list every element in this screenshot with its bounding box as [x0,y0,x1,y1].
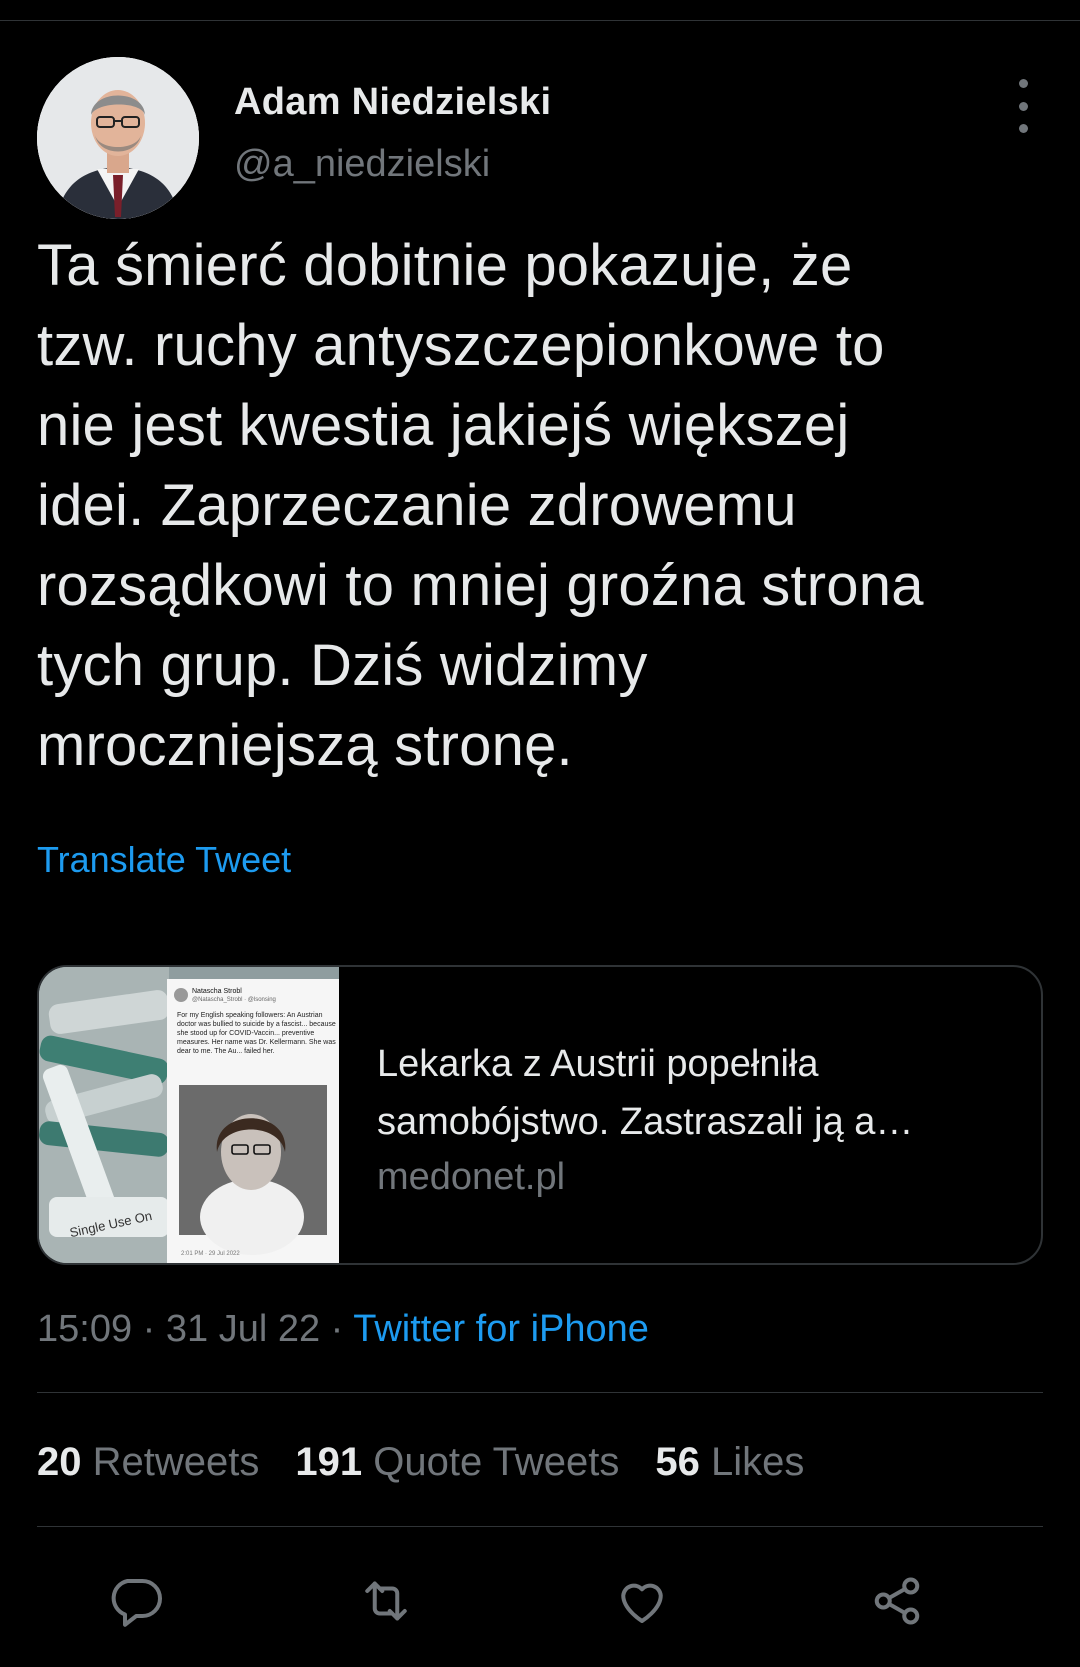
like-button[interactable] [607,1566,677,1636]
more-dot-icon [1018,101,1028,111]
thumb-timestamp: 2:01 PM · 29 Jul 2022 [181,1251,240,1257]
reply-icon [111,1579,162,1627]
share-button[interactable] [862,1566,932,1636]
link-card-title: Lekarka z Austrii popełniła samobójstwo.… [377,1043,914,1143]
likes-label: Likes [710,1440,805,1484]
more-options-button[interactable] [1003,79,1043,133]
retweets-stat[interactable]: 20 Retweets [37,1437,259,1487]
engagement-stats: 20 Retweets 191 Quote Tweets 56 Likes [37,1437,804,1487]
like-icon [621,1583,663,1623]
author-names: Adam Niedzielski @a_niedzielski [234,79,551,187]
retweet-button[interactable] [351,1566,421,1636]
tweet-header: Adam Niedzielski @a_niedzielski [37,57,1043,219]
link-card-thumbnail: Single Use On Natascha Strobl @Natascha_… [39,967,339,1263]
reply-button[interactable] [100,1566,170,1636]
thumb-body-text: For my English speaking followers: An Au… [177,1012,336,1055]
likes-count: 56 [655,1440,700,1484]
link-card-domain: medonet.pl [377,1156,566,1198]
retweets-count: 20 [37,1440,82,1484]
tweet-date[interactable]: 31 Jul 22 [166,1308,320,1350]
retweet-icon [365,1581,407,1621]
profile-photo-icon [37,57,199,219]
meta-separator: · [142,1308,156,1350]
translate-tweet-link[interactable]: Translate Tweet [37,838,291,882]
quote-tweets-stat[interactable]: 191 Quote Tweets [295,1437,619,1487]
handle[interactable]: @a_niedzielski [234,141,551,187]
more-dot-icon [1018,79,1028,88]
tweet-meta: 15:09 · 31 Jul 22 · Twitter for iPhone [37,1305,649,1353]
avatar[interactable] [37,57,199,219]
quote-tweets-count: 191 [295,1440,363,1484]
retweets-label: Retweets [92,1440,260,1484]
share-icon [874,1577,920,1625]
action-bar [100,1566,980,1636]
link-card[interactable]: Single Use On Natascha Strobl @Natascha_… [37,965,1043,1265]
display-name[interactable]: Adam Niedzielski [234,79,551,125]
tweet-source-link[interactable]: Twitter for iPhone [353,1308,649,1350]
quote-tweets-label: Quote Tweets [373,1440,620,1484]
thumb-author-handle: @Natascha_Strobl · @lsonsing [192,997,276,1003]
divider [37,1392,1043,1393]
meta-separator: · [330,1308,344,1350]
link-card-body: Lekarka z Austrii popełniła samobójstwo.… [377,1035,1011,1203]
tweet-text: Ta śmierć dobitnie pokazuje, że tzw. ruc… [37,233,924,778]
tweet-time[interactable]: 15:09 [37,1308,132,1350]
thumb-author-name: Natascha Strobl [192,988,242,995]
more-dot-icon [1018,124,1028,133]
divider [37,1526,1043,1527]
likes-stat[interactable]: 56 Likes [655,1437,804,1487]
top-divider [0,20,1080,21]
